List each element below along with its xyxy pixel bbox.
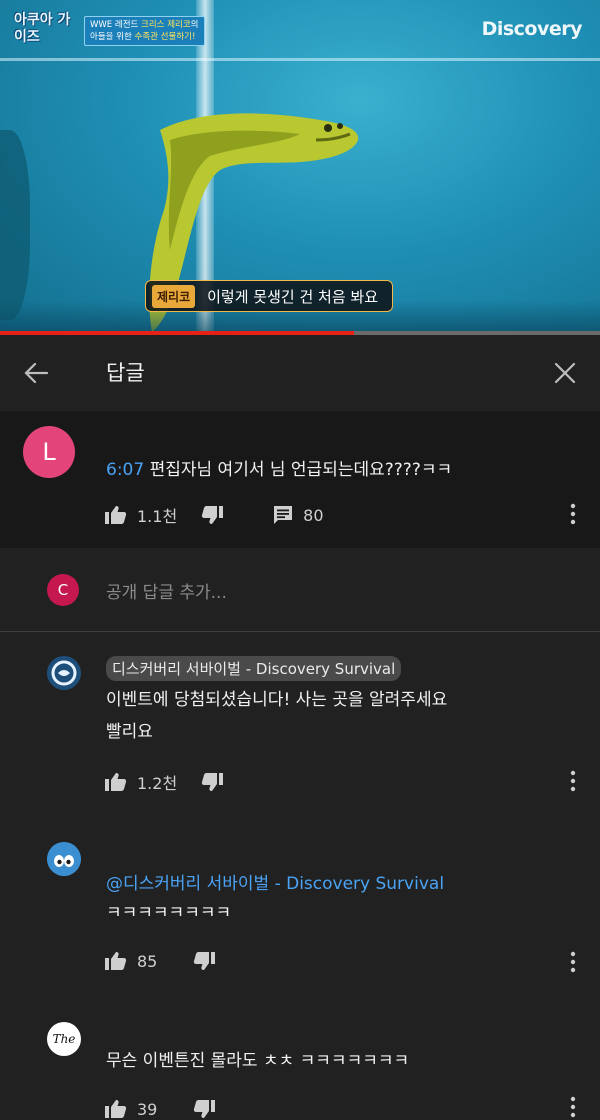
reply-text: ㅋㅋㅋㅋㅋㅋㅋㅋ xyxy=(106,903,232,923)
avatar[interactable] xyxy=(47,656,81,690)
back-button[interactable] xyxy=(22,359,50,387)
reply-actions: 85 xyxy=(105,951,216,971)
aquarium-rock xyxy=(0,130,30,320)
avatar: C xyxy=(47,574,79,606)
arrow-left-icon xyxy=(24,362,49,384)
avatar[interactable]: L xyxy=(23,426,75,478)
avatar-text: The xyxy=(52,1032,76,1046)
avatar[interactable] xyxy=(47,842,81,876)
thumbs-up-icon[interactable] xyxy=(105,1099,127,1119)
like-count: 1.2천 xyxy=(137,774,178,793)
like-count: 1.1천 xyxy=(137,507,178,526)
comment-text: 6:07 편집자님 여기서 님 언급되는데요????ㅋㅋ xyxy=(106,455,452,480)
thumbs-down-icon[interactable] xyxy=(193,1099,216,1119)
add-reply-row: C 공개 답글 추가... xyxy=(0,548,600,632)
comment-actions: 1.1천 80 xyxy=(105,503,324,527)
cartoon-face-avatar-icon xyxy=(47,842,81,876)
like-count: 39 xyxy=(137,1099,158,1119)
thumbs-up-icon[interactable] xyxy=(105,505,127,525)
show-logo: 아쿠아 가이즈 xyxy=(14,12,71,45)
subtitle-speaker: 제리코 xyxy=(152,284,196,308)
reply-comment-icon[interactable] xyxy=(273,505,293,525)
reply-actions: 39 xyxy=(105,1099,216,1119)
author-chip[interactable]: 디스커버리 서바이벌 - Discovery Survival xyxy=(106,656,402,681)
more-vert-icon[interactable] xyxy=(567,1094,579,1120)
aquarium-glass-edge xyxy=(0,58,600,61)
comment-body: 편집자님 여기서 님 언급되는데요????ㅋㅋ xyxy=(144,460,453,480)
more-vert-icon[interactable] xyxy=(567,949,579,975)
like-count: 85 xyxy=(137,951,158,971)
reply-actions: 1.2천 xyxy=(105,770,224,794)
avatar[interactable]: The xyxy=(47,1022,81,1056)
reply-text: 무슨 이벤튼진 몰라도 ㅊㅊ ㅋㅋㅋㅋㅋㅋㅋ xyxy=(106,1051,410,1071)
replies-header: 답글 xyxy=(0,335,600,411)
thumbs-down-icon[interactable] xyxy=(201,505,224,525)
mention-link[interactable]: @디스커버리 서바이벌 - Discovery Survival xyxy=(106,869,444,894)
discovery-channel-avatar-icon xyxy=(47,656,81,690)
divider xyxy=(0,631,600,632)
parent-comment: L 6:07 편집자님 여기서 님 언급되는데요????ㅋㅋ 1.1천 80 xyxy=(0,411,600,548)
reply-text: 빨리요 xyxy=(106,722,153,742)
thumbs-up-icon[interactable] xyxy=(105,772,127,792)
add-reply-input[interactable]: 공개 답글 추가... xyxy=(106,578,227,603)
banner-text: 의 xyxy=(190,20,199,30)
banner-text: 아들을 위한 xyxy=(90,32,135,42)
thumbs-down-icon[interactable] xyxy=(201,772,224,792)
banner-text: WWE 레전드 xyxy=(90,20,142,30)
more-vert-icon[interactable] xyxy=(567,768,579,794)
banner-highlight: 크리스 제리코 xyxy=(141,20,191,30)
subtitle-caption: 제리코 이렇게 못생긴 건 처음 봐요 xyxy=(145,280,393,312)
close-button[interactable] xyxy=(551,359,579,387)
discovery-watermark: Discovery xyxy=(481,18,583,40)
subtitle-text: 이렇게 못생긴 건 처음 봐요 xyxy=(207,287,378,306)
thumbs-up-icon[interactable] xyxy=(105,951,127,971)
thumbs-down-icon[interactable] xyxy=(193,951,216,971)
timestamp-link[interactable]: 6:07 xyxy=(106,460,144,480)
reply-text: 이벤트에 당첨되셨습니다! 사는 곳을 알려주세요 xyxy=(106,690,448,710)
video-player[interactable]: 아쿠아 가이즈 WWE 레전드 크리스 제리코의 아들을 위한 수족관 선물하기… xyxy=(0,0,600,334)
reply-count: 80 xyxy=(303,505,324,525)
page-title: 답글 xyxy=(106,361,145,385)
episode-banner: WWE 레전드 크리스 제리코의 아들을 위한 수족관 선물하기! xyxy=(84,16,205,46)
banner-highlight: 수족관 선물하기! xyxy=(134,32,196,42)
close-icon xyxy=(554,362,576,384)
more-vert-icon[interactable] xyxy=(567,501,579,527)
